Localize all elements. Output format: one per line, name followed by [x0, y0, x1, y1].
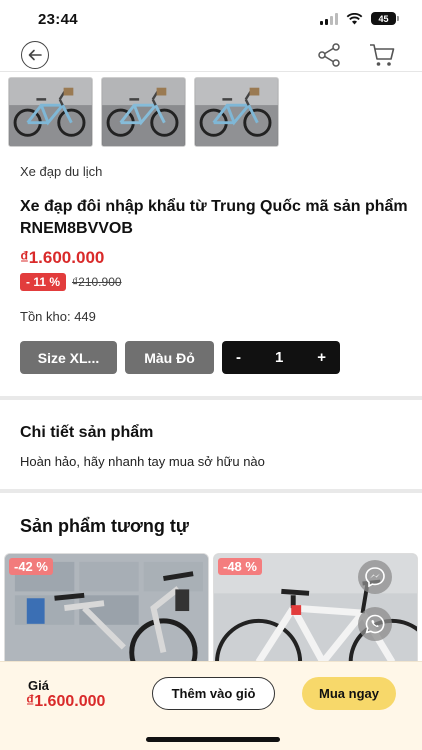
battery-icon: 45 [371, 12, 399, 25]
home-indicator [146, 737, 280, 742]
product-category: Xe đạp du lịch [20, 164, 103, 179]
section-divider [0, 489, 422, 493]
whatsapp-icon [365, 614, 385, 634]
quantity-value: 1 [274, 349, 284, 366]
old-price: ₫210.900 [72, 275, 122, 289]
bicycle-image [9, 78, 92, 146]
back-button[interactable] [21, 41, 49, 69]
signal-icon [320, 12, 338, 25]
status-time: 23:44 [38, 11, 78, 28]
discount-badge: -42 % [9, 558, 53, 575]
nav-bar [0, 38, 422, 72]
product-thumbnail[interactable] [194, 77, 279, 147]
discount-badge: - 11 % [20, 273, 67, 291]
status-bar: 23:44 45 [0, 0, 422, 38]
size-selector-button[interactable]: Size XL... [20, 341, 117, 374]
product-thumbnails [8, 77, 279, 147]
product-title: Xe đạp đôi nhập khẩu từ Trung Quốc mã sả… [20, 198, 408, 237]
back-arrow-icon [28, 49, 42, 61]
messenger-icon [365, 567, 385, 588]
cart-icon[interactable] [368, 42, 396, 68]
discount-badge: -48 % [218, 558, 262, 575]
buy-now-button[interactable]: Mua ngay [302, 677, 396, 710]
status-icons: 45 [320, 12, 399, 25]
product-thumbnail[interactable] [8, 77, 93, 147]
share-icon[interactable] [316, 42, 342, 68]
product-price: ₫1.600.000 [20, 248, 105, 267]
messenger-button[interactable] [358, 560, 392, 594]
section-divider [0, 396, 422, 400]
bottom-action-bar: Giá ₫1.600.000 Thêm vào giỏ Mua ngay [0, 661, 422, 750]
bicycle-image [102, 78, 185, 146]
quantity-increase-button[interactable]: + [317, 349, 326, 366]
quantity-stepper: - 1 + [222, 341, 340, 374]
quantity-decrease-button[interactable]: - [236, 349, 241, 366]
detail-section-title: Chi tiết sản phẩm [20, 424, 154, 441]
color-selector-button[interactable]: Màu Đỏ [125, 341, 214, 374]
product-thumbnail[interactable] [101, 77, 186, 147]
similar-product-card[interactable]: -42 % [4, 553, 209, 673]
detail-text: Hoàn hảo, hãy nhanh tay mua sở hữu nào [20, 454, 265, 469]
add-to-cart-button[interactable]: Thêm vào giỏ [152, 677, 275, 710]
whatsapp-button[interactable] [358, 607, 392, 641]
battery-level: 45 [378, 13, 389, 24]
similar-products-title: Sản phẩm tương tự [20, 516, 189, 536]
stock-count: Tồn kho: 449 [20, 309, 96, 324]
wifi-icon [346, 12, 363, 24]
bottom-price: ₫1.600.000 [26, 693, 106, 710]
bicycle-image [195, 78, 278, 146]
bottom-price-label: Giá [28, 678, 49, 693]
